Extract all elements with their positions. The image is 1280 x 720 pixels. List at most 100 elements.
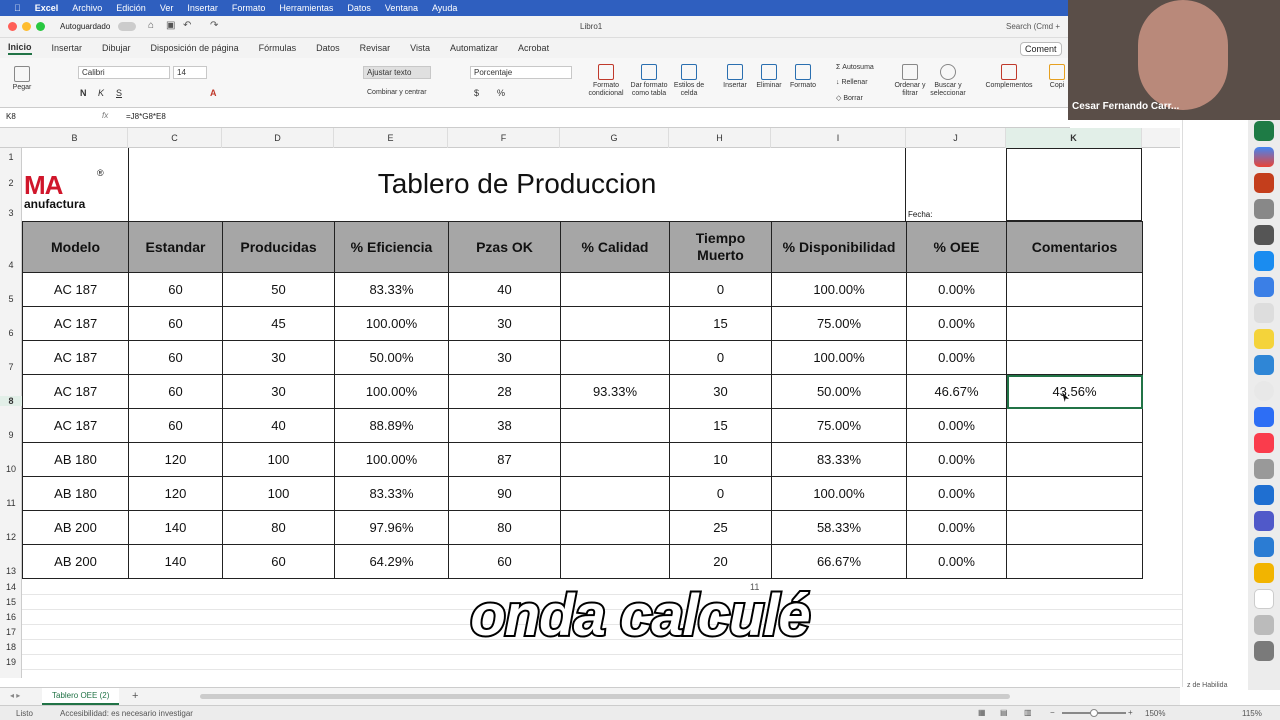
zoom-app-icon[interactable] [1254,407,1274,427]
table-cell[interactable]: 64.29% [334,544,449,579]
row-header[interactable]: 8 [0,396,22,406]
table-cell[interactable]: AC 187 [22,374,129,409]
add-sheet-icon[interactable]: + [132,690,138,702]
table-cell[interactable]: 0.00% [906,476,1007,511]
table-cell[interactable]: 83.33% [771,442,907,477]
table-cell[interactable]: 0.00% [906,510,1007,545]
table-cell[interactable]: 38 [448,408,561,443]
table-cell[interactable]: 0.00% [906,340,1007,375]
tab-acrobat[interactable]: Acrobat [518,43,549,53]
addins-button[interactable]: Complementos [980,64,1038,90]
autosum-button[interactable]: Σ Autosuma [836,64,874,71]
music-app-icon[interactable] [1254,433,1274,453]
capcut-app-icon[interactable] [1254,225,1274,245]
conditional-format-button[interactable]: Formato condicional [586,64,626,98]
table-cell[interactable] [1006,510,1143,545]
column-header-e[interactable]: E [334,128,448,148]
header-estandar[interactable]: Estandar [128,221,223,273]
paste-button[interactable]: Pegar [8,66,36,92]
table-cell[interactable]: 50.00% [771,374,907,409]
table-cell[interactable]: 83.33% [334,476,449,511]
notes-app-icon[interactable] [1254,329,1274,349]
table-cell[interactable]: 0 [669,272,772,307]
table-cell[interactable]: 25 [669,510,772,545]
menu-ver[interactable]: Ver [160,3,174,13]
table-cell[interactable] [1006,544,1143,579]
header-calidad[interactable]: % Calidad [560,221,670,273]
search-box[interactable]: Search (Cmd + [1006,22,1060,31]
header-oee[interactable]: % OEE [906,221,1007,273]
copilot-button[interactable]: Copi [1046,64,1068,90]
table-cell[interactable]: AC 187 [22,272,129,307]
table-cell[interactable]: 100.00% [771,476,907,511]
header-pzas-ok[interactable]: Pzas OK [448,221,561,273]
close-window-button[interactable] [8,22,17,31]
currency-button[interactable]: $ [474,88,479,98]
table-cell[interactable]: 30 [222,340,335,375]
formula-input[interactable]: =J8*G8*E8 [126,112,166,121]
table-cell[interactable]: 43.56% [1006,374,1143,409]
zoom-in-icon[interactable]: + [1128,708,1133,717]
table-cell[interactable]: 0 [669,340,772,375]
table-cell[interactable] [1006,408,1143,443]
accessibility-status[interactable]: Accesibilidad: es necesario investigar [60,709,193,718]
appstore-app-icon[interactable] [1254,251,1274,271]
font-size-select[interactable]: 14 [173,66,207,79]
column-header-j[interactable]: J [906,128,1006,148]
tab-formulas[interactable]: Fórmulas [259,43,297,53]
table-cell[interactable]: 40 [448,272,561,307]
row-header[interactable]: 6 [0,328,22,338]
column-header-h[interactable]: H [669,128,771,148]
percent-button[interactable]: % [497,88,505,98]
row-header[interactable]: 5 [0,294,22,304]
horizontal-scrollbar[interactable] [200,694,1010,699]
page-layout-icon[interactable]: ▤ [1000,708,1008,717]
table-cell[interactable]: 80 [222,510,335,545]
table-cell[interactable] [560,442,670,477]
finder-app-icon[interactable] [1254,459,1274,479]
menu-excel[interactable]: Excel [35,3,59,13]
zoom-slider-thumb[interactable] [1090,709,1098,717]
table-cell[interactable]: 100.00% [334,374,449,409]
column-header-i[interactable]: I [771,128,906,148]
italic-button[interactable]: K [98,88,104,98]
row-header[interactable]: 13 [0,566,22,576]
table-cell[interactable]: 0.00% [906,272,1007,307]
underline-button[interactable]: S [116,88,122,98]
sort-filter-button[interactable]: Ordenar y filtrar [892,64,928,98]
cell-styles-button[interactable]: Estilos de celda [672,64,706,98]
row-header[interactable]: 11 [0,498,22,508]
table-cell[interactable]: 20 [669,544,772,579]
name-box[interactable]: K8 [6,112,56,121]
table-format-button[interactable]: Dar formato como tabla [628,64,670,98]
table-cell[interactable] [1006,476,1143,511]
table-cell[interactable] [560,510,670,545]
table-cell[interactable]: 100.00% [771,272,907,307]
table-cell[interactable]: 80 [448,510,561,545]
table-cell[interactable] [1006,340,1143,375]
row-header[interactable]: 10 [0,464,22,474]
wrap-text-button[interactable]: Ajustar texto [363,66,431,79]
table-cell[interactable] [1006,442,1143,477]
header-producidas[interactable]: Producidas [222,221,335,273]
table-cell[interactable]: 97.96% [334,510,449,545]
menu-ventana[interactable]: Ventana [385,3,418,13]
redo-icon[interactable]: ↷ [210,20,218,31]
menu-archivo[interactable]: Archivo [72,3,102,13]
clear-button[interactable]: ◇ Borrar [836,94,863,102]
tab-datos[interactable]: Datos [316,43,340,53]
tab-inicio[interactable]: Inicio [8,42,32,55]
excel-app-icon[interactable] [1254,121,1274,141]
table-cell[interactable]: 88.89% [334,408,449,443]
table-cell[interactable]: 140 [128,510,223,545]
table-cell[interactable]: 60 [128,306,223,341]
sheet-tab-tablero-oee[interactable]: Tablero OEE (2) [42,688,120,705]
header-disponibilidad[interactable]: % Disponibilidad [771,221,907,273]
charts-app-icon[interactable] [1254,563,1274,583]
tab-vista[interactable]: Vista [410,43,430,53]
number-format-select[interactable]: Porcentaje [470,66,572,79]
tab-dibujar[interactable]: Dibujar [102,43,131,53]
fill-button[interactable]: ↓ Rellenar [836,79,868,86]
table-cell[interactable] [560,306,670,341]
table-cell[interactable]: 30 [222,374,335,409]
